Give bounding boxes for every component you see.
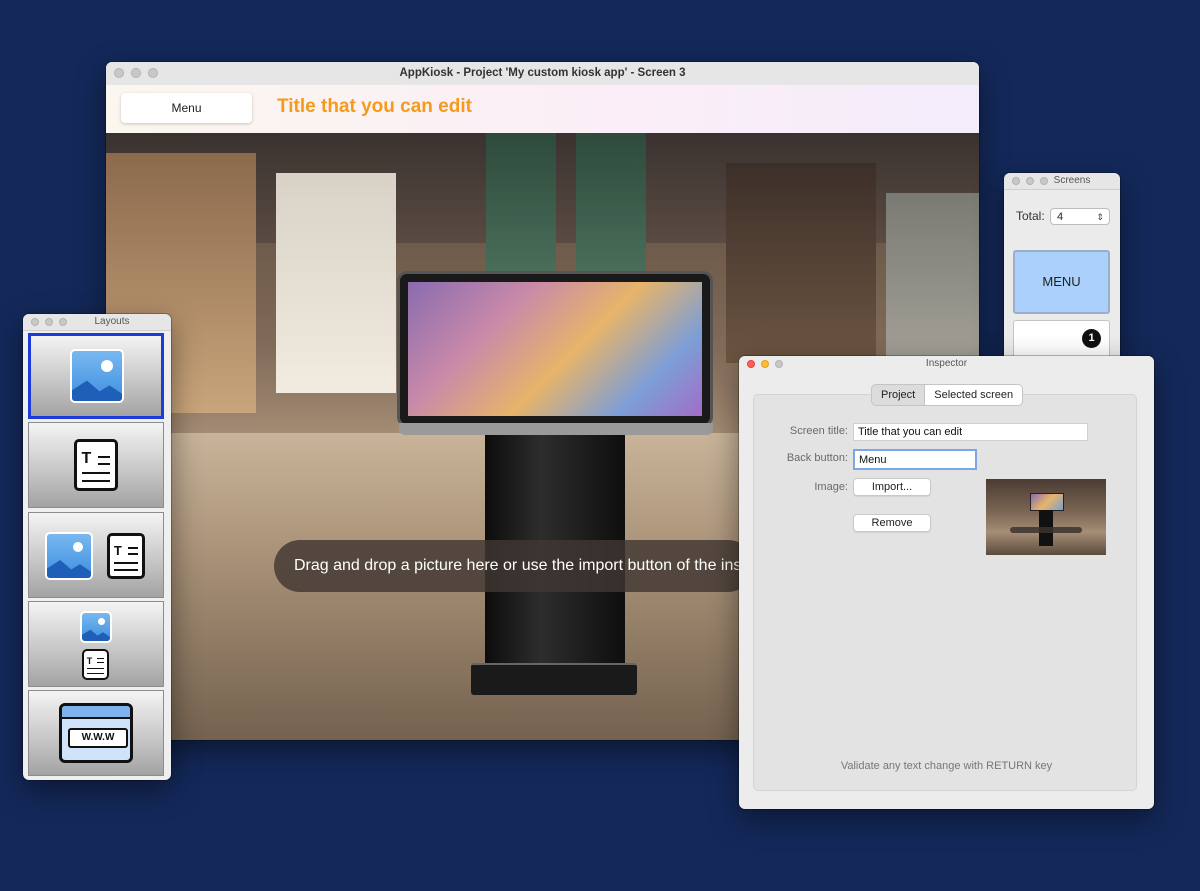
layouts-title: Layouts [94, 316, 130, 327]
inspector-tabs: Project Selected screen [871, 384, 1024, 406]
import-button[interactable]: Import... [853, 478, 931, 496]
inspector-content: Screen title: Back button: Image: Import… [753, 394, 1137, 791]
image-icon [80, 611, 112, 643]
screen-title-field[interactable] [853, 423, 1088, 441]
minimize-button[interactable] [45, 318, 53, 326]
inspector-panel: Inspector Project Selected screen Screen… [739, 356, 1154, 809]
inspector-title: Inspector [925, 358, 968, 369]
text-icon: T [107, 533, 145, 579]
window-title: AppKiosk - Project 'My custom kiosk app'… [399, 67, 686, 79]
image-icon [45, 532, 93, 580]
kiosk-header: Menu Title that you can edit [106, 85, 979, 133]
kiosk-base [471, 663, 637, 695]
total-screens-stepper[interactable]: 4 ⇕ [1050, 208, 1110, 225]
layout-image[interactable] [28, 333, 164, 419]
shop-right [726, 163, 876, 363]
layout-image-and-text[interactable]: T [28, 512, 164, 598]
screen-title[interactable]: Title that you can edit [277, 96, 472, 118]
layout-text[interactable]: T [28, 422, 164, 508]
close-button[interactable] [1012, 177, 1020, 185]
total-value: 4 [1057, 211, 1064, 223]
screens-panel: Screens Total: 4 ⇕ MENU 1 [1004, 173, 1120, 363]
image-thumbnail [986, 479, 1106, 555]
text-icon: T [82, 649, 109, 680]
tab-project[interactable]: Project [872, 385, 924, 405]
total-label: Total: [1016, 209, 1045, 223]
layouts-titlebar: Layouts [23, 314, 171, 331]
main-titlebar: AppKiosk - Project 'My custom kiosk app'… [106, 62, 979, 86]
kiosk-screen-image [397, 271, 713, 427]
inspector-titlebar: Inspector [739, 356, 1154, 372]
tab-selected-screen[interactable]: Selected screen [924, 385, 1023, 405]
screen-card-1[interactable]: 1 [1013, 320, 1110, 360]
image-label: Image: [814, 481, 848, 493]
shop-right-2 [886, 193, 979, 383]
close-button[interactable] [31, 318, 39, 326]
layout-web[interactable]: W.W.W [28, 690, 164, 776]
screen-title-label: Screen title: [789, 425, 848, 437]
image-icon [70, 349, 124, 403]
kiosk-bezel [399, 423, 713, 435]
chevron-updown-icon[interactable]: ⇕ [1096, 209, 1104, 226]
web-icon-label: W.W.W [68, 728, 128, 748]
shop-left-2 [276, 173, 396, 393]
text-icon: T [74, 439, 118, 491]
layouts-panel: Layouts T T T W.W.W [23, 314, 171, 780]
back-button-field[interactable] [853, 449, 977, 470]
screen-number-badge: 1 [1082, 329, 1101, 348]
back-menu-button[interactable]: Menu [121, 93, 252, 123]
drop-hint: Drag and drop a picture here or use the … [274, 540, 754, 592]
web-icon: W.W.W [59, 703, 133, 763]
remove-button[interactable]: Remove [853, 514, 931, 532]
validate-hint: Validate any text change with RETURN key [840, 760, 1053, 772]
back-button-label: Back button: [786, 452, 848, 464]
screens-titlebar: Screens [1004, 173, 1120, 190]
screens-title: Screens [1053, 175, 1091, 186]
layout-image-above-text[interactable]: T [28, 601, 164, 687]
screen-card-menu[interactable]: MENU [1013, 250, 1110, 314]
